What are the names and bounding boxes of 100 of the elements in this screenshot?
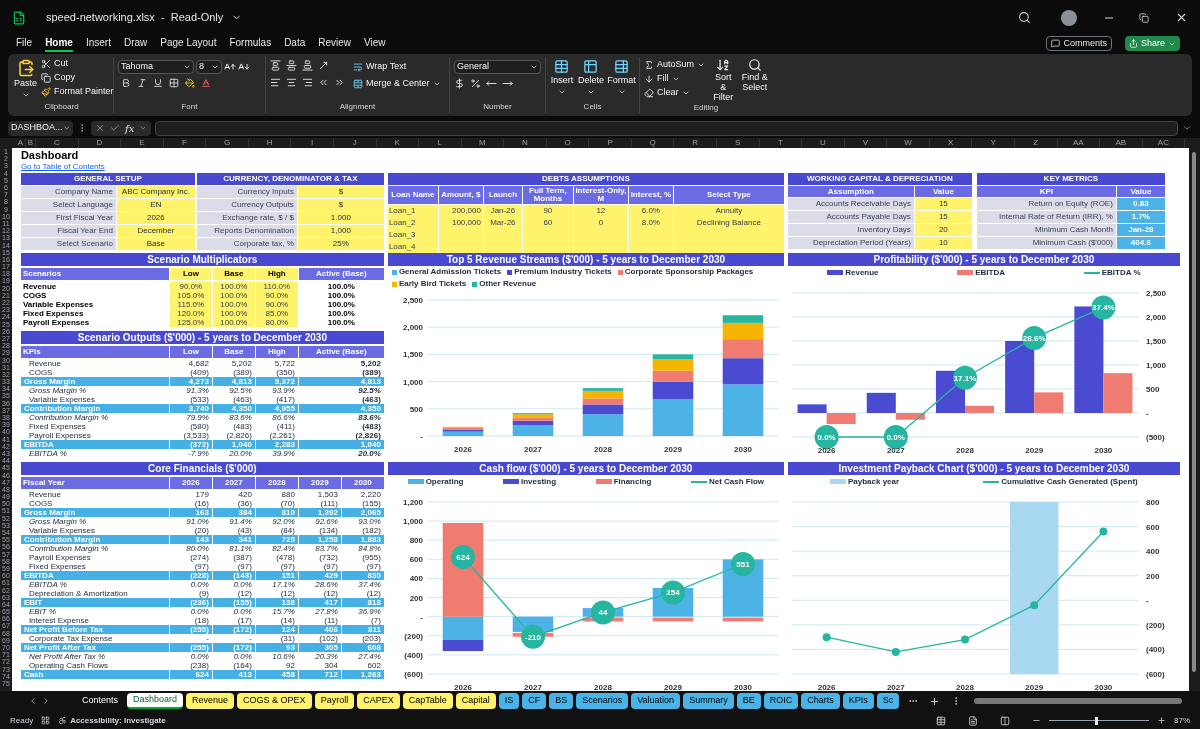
sheet-tab[interactable]: Sc bbox=[876, 693, 900, 709]
merge-center-button[interactable]: Merge & Center bbox=[353, 77, 441, 90]
avatar[interactable] bbox=[1061, 9, 1077, 26]
table-cell: 725 bbox=[255, 535, 298, 544]
sheet-tab[interactable]: CapTable bbox=[402, 693, 453, 709]
cells-button[interactable]: Format bbox=[608, 59, 635, 101]
menu-tab[interactable]: Review bbox=[318, 35, 352, 52]
align-bottom-icon[interactable] bbox=[302, 60, 313, 71]
table-cell-text: 4,682 bbox=[187, 359, 210, 368]
zoom-slider[interactable] bbox=[1049, 716, 1149, 725]
sheet-tab[interactable]: IS bbox=[498, 693, 520, 709]
underline-icon[interactable] bbox=[153, 78, 163, 88]
cells-button[interactable]: Delete bbox=[578, 59, 604, 101]
align-middle-icon[interactable] bbox=[286, 60, 297, 71]
paint-bucket-icon[interactable] bbox=[185, 78, 195, 88]
close-icon[interactable] bbox=[1175, 11, 1188, 24]
accessibility-status[interactable]: Accessibility: Investigate bbox=[70, 714, 166, 727]
slider-thumb[interactable] bbox=[1095, 716, 1098, 725]
cells-button[interactable]: Insert bbox=[550, 59, 574, 101]
zoom-level[interactable]: 87% bbox=[1174, 714, 1190, 727]
normal-view-icon[interactable] bbox=[936, 715, 946, 726]
menu-tab[interactable]: Insert bbox=[85, 35, 111, 52]
menu-tab[interactable]: Data bbox=[284, 35, 306, 52]
number-format-dropdown[interactable]: General bbox=[454, 60, 541, 74]
sheet-tab[interactable]: CAPEX bbox=[357, 693, 400, 709]
orientation-icon[interactable] bbox=[318, 60, 329, 71]
font-name-dropdown[interactable]: Tahoma bbox=[118, 60, 194, 74]
menu-tab[interactable]: Home bbox=[45, 35, 73, 52]
align-center-icon[interactable] bbox=[286, 77, 297, 88]
paste-button[interactable]: Paste bbox=[14, 57, 37, 101]
sheet-tab[interactable]: Contents bbox=[76, 693, 125, 709]
align-top-icon[interactable] bbox=[270, 60, 281, 71]
increase-decimal-icon[interactable] bbox=[486, 78, 497, 89]
zoom-in-icon[interactable] bbox=[1157, 716, 1166, 725]
autosum-button[interactable]: AutoSum bbox=[644, 58, 706, 71]
sheet-tab[interactable]: CF bbox=[522, 693, 547, 709]
page-layout-icon[interactable] bbox=[968, 715, 978, 726]
format-painter-button[interactable]: Format Painter bbox=[41, 85, 114, 98]
font-color-icon[interactable] bbox=[201, 78, 211, 88]
sheet-tab[interactable]: COGS & OPEX bbox=[237, 693, 312, 709]
table-cell-text: (238) bbox=[189, 661, 210, 670]
sheet-tab[interactable]: Revenue bbox=[186, 693, 235, 709]
sheet-tab[interactable]: BS bbox=[549, 693, 574, 709]
share-button[interactable]: Share bbox=[1124, 36, 1180, 51]
italic-icon[interactable] bbox=[137, 78, 147, 88]
legend-swatch bbox=[1083, 271, 1100, 274]
column-header: Fiscal Year bbox=[20, 477, 169, 489]
sheet-tab[interactable]: Dashboard bbox=[127, 693, 184, 709]
bold-icon[interactable] bbox=[121, 78, 131, 88]
fill-button[interactable]: Fill bbox=[644, 72, 706, 85]
sheet-tab[interactable]: Capital bbox=[455, 693, 496, 709]
font-size-dropdown[interactable]: 8 bbox=[196, 60, 222, 74]
sheet-tab[interactable]: Charts bbox=[801, 693, 840, 709]
wrap-text-button[interactable]: Wrap Text bbox=[353, 60, 441, 73]
accessibility-icon[interactable] bbox=[58, 716, 68, 725]
menu-tab[interactable]: Page Layout bbox=[160, 35, 217, 52]
scroll-left-icon[interactable] bbox=[28, 696, 38, 706]
table-of-contents-link[interactable]: Go to Table of Contents bbox=[20, 162, 105, 172]
sheet-tab[interactable]: BE bbox=[736, 693, 761, 709]
copy-button[interactable]: Copy bbox=[41, 71, 114, 84]
restore-icon[interactable] bbox=[1139, 12, 1149, 23]
search-icon[interactable] bbox=[1018, 11, 1031, 24]
menu-tab[interactable]: Formulas bbox=[229, 35, 272, 52]
decrease-indent-icon[interactable] bbox=[318, 77, 329, 88]
find-select-button[interactable]: Find & Select bbox=[741, 58, 768, 102]
sheet-tab[interactable]: Valuation bbox=[631, 693, 681, 709]
menu-tab[interactable]: View bbox=[364, 35, 386, 52]
cut-button[interactable]: Cut bbox=[41, 57, 114, 70]
insert-function-button[interactable]: fx bbox=[125, 120, 135, 136]
horizontal-scrollbar[interactable] bbox=[974, 698, 1182, 704]
percent-icon[interactable] bbox=[470, 78, 481, 89]
align-left-icon[interactable] bbox=[270, 77, 281, 88]
cancel-icon[interactable] bbox=[95, 123, 105, 133]
scroll-right-icon[interactable] bbox=[41, 696, 51, 706]
borders-icon[interactable] bbox=[169, 78, 179, 88]
add-sheet-icon[interactable] bbox=[929, 695, 941, 707]
grow-font-icon[interactable] bbox=[224, 61, 236, 73]
sheet-tab[interactable]: ROIC bbox=[763, 693, 799, 709]
check-icon[interactable] bbox=[110, 123, 120, 133]
menu-tab[interactable]: File bbox=[16, 35, 33, 52]
page-break-icon[interactable] bbox=[1000, 715, 1010, 726]
currency-icon[interactable] bbox=[454, 78, 465, 89]
sheet-tab[interactable]: KPIs bbox=[842, 693, 874, 709]
align-right-icon[interactable] bbox=[302, 77, 313, 88]
expand-icon[interactable] bbox=[1182, 123, 1192, 133]
sort-filter-button[interactable]: Sort & Filter bbox=[711, 58, 736, 102]
formula-input[interactable] bbox=[155, 120, 1178, 136]
sheet-tab[interactable]: Payroll bbox=[314, 693, 355, 709]
grid-icon[interactable] bbox=[41, 716, 51, 725]
shrink-font-icon[interactable] bbox=[238, 61, 250, 73]
x-axis-label: 2030 bbox=[734, 683, 752, 692]
decrease-decimal-icon[interactable] bbox=[502, 78, 513, 89]
clear-button[interactable]: Clear bbox=[644, 86, 706, 99]
sheet-tab[interactable]: Summary bbox=[683, 693, 734, 709]
comments-button[interactable]: Comments bbox=[1046, 36, 1112, 51]
name-box[interactable]: DASHBOA... bbox=[8, 120, 73, 136]
sheet-tab[interactable]: Scenarios bbox=[576, 693, 629, 709]
menu-tab[interactable]: Draw bbox=[123, 35, 148, 52]
increase-indent-icon[interactable] bbox=[334, 77, 345, 88]
table-cell-text: 39.9% bbox=[271, 449, 296, 458]
